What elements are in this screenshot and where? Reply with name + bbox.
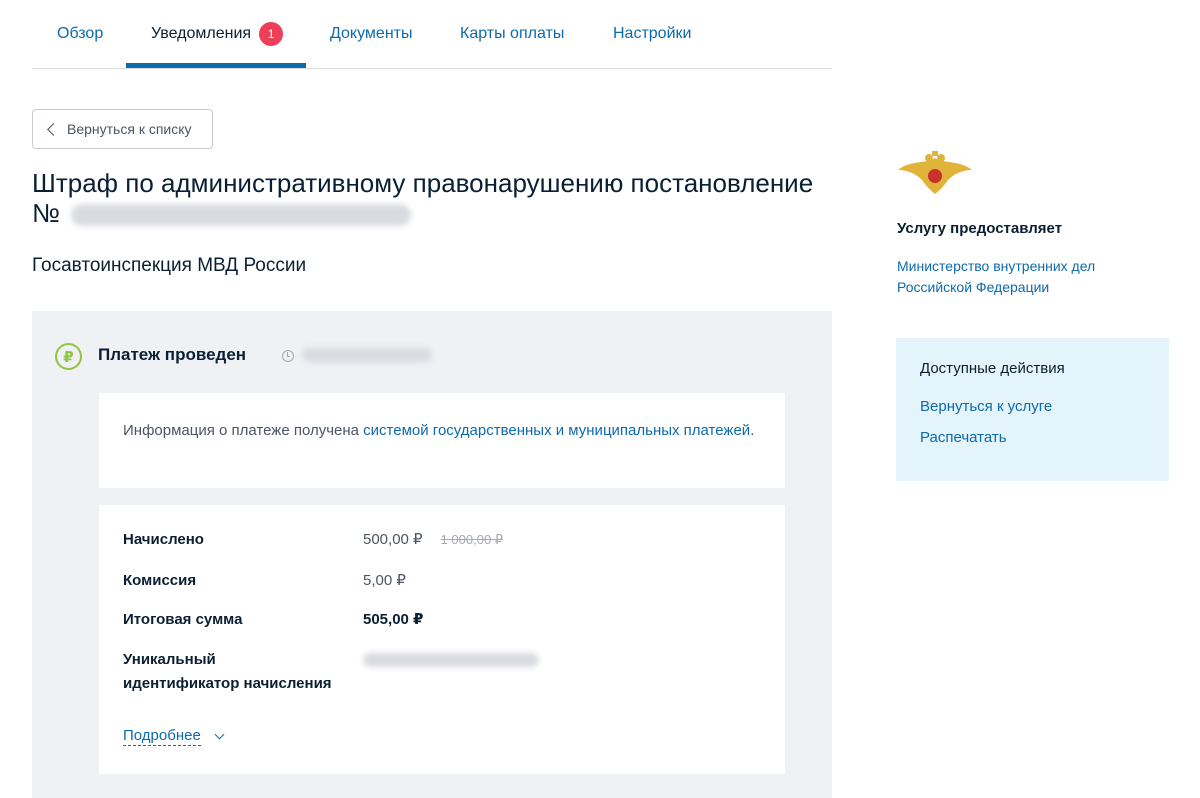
tab-documents[interactable]: Документы [330,0,412,68]
tab-bar: Обзор Уведомления 1 Документы Карты опла… [32,0,832,69]
provider-link[interactable]: Министерство внутренних дел Российской Ф… [897,256,1137,298]
tab-overview[interactable]: Обзор [57,0,103,68]
page-title: Штраф по административному правонарушени… [32,168,842,228]
active-tab-indicator [126,63,306,68]
commission-label: Комиссия [123,572,197,589]
tab-label: Документы [330,25,413,42]
total-value: 505,00 ₽ [363,611,424,628]
chevron-down-icon[interactable] [214,729,225,740]
accrued-old-amount: 1 000,00 ₽ [440,532,504,547]
back-to-list-button[interactable]: Вернуться к списку [32,109,213,149]
payment-info-card: Информация о платеже получена системой г… [99,393,785,488]
tab-label: Уведомления [151,25,252,42]
payment-details-card: Начислено 500,00 ₽ 1 000,00 ₽ Комиссия 5,… [99,505,785,774]
gis-gmp-link[interactable]: системой государственных и муниципальных… [363,422,750,439]
accrued-value: 500,00 ₽ 1 000,00 ₽ [363,528,503,552]
redacted-uin-value [363,653,539,667]
uin-label-line2: идентификатор начисления [123,675,332,692]
uin-label-line1: Уникальный [123,651,216,668]
back-button-label: Вернуться к списку [67,121,192,137]
return-to-service-link[interactable]: Вернуться к услуге [920,398,1052,415]
page-title-number-prefix: № [32,198,60,228]
print-link[interactable]: Распечатать [920,429,1007,446]
payment-panel: ₽ Платеж проведен Информация о платеже п… [32,311,832,798]
accrued-amount: 500,00 ₽ [363,531,423,548]
accrued-label: Начислено [123,531,204,548]
provider-title: Услугу предоставляет [897,220,1063,237]
tab-label: Настройки [613,25,692,42]
payment-status-title: Платеж проведен [98,345,247,364]
tab-settings[interactable]: Настройки [613,0,691,68]
redacted-resolution-number [71,204,412,227]
page-subtitle: Госавтоинспекция МВД России [32,255,307,276]
actions-title: Доступные действия [920,360,1065,377]
emblem-icon [898,151,972,194]
clock-icon [282,350,294,362]
page-title-text: Штраф по административному правонарушени… [32,168,814,198]
info-suffix: . [750,422,755,439]
notification-count-badge: 1 [259,22,284,46]
info-text: Информация о платеже получена [123,422,364,439]
uin-label: Уникальный идентификатор начисления [123,648,332,696]
tab-payment-cards[interactable]: Карты оплаты [460,0,564,68]
tab-label: Обзор [57,25,104,42]
tab-notifications[interactable]: Уведомления 1 [151,0,284,68]
tab-label: Карты оплаты [460,25,565,42]
ruble-icon: ₽ [55,343,82,370]
commission-value: 5,00 ₽ [363,572,406,589]
available-actions-panel: Доступные действия Вернуться к услуге Ра… [896,338,1169,481]
redacted-payment-date [302,348,432,362]
more-details-link[interactable]: Подробнее [123,727,201,746]
total-label: Итоговая сумма [123,611,243,628]
chevron-left-icon [47,123,60,136]
